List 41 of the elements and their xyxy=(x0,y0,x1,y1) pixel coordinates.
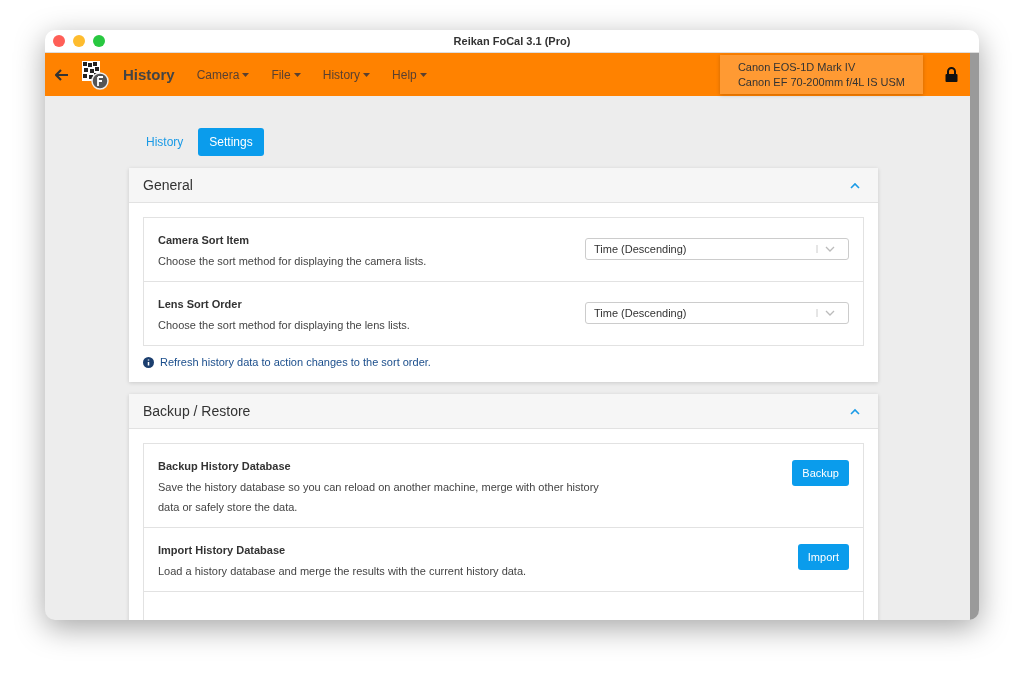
caret-icon xyxy=(242,72,250,77)
maximize-icon[interactable] xyxy=(93,35,105,47)
camera-name: Canon EOS-1D Mark IV xyxy=(737,61,857,73)
setting-title: Backup History Database xyxy=(158,460,292,472)
menu-item[interactable]: Camera xyxy=(196,67,250,82)
tab[interactable]: History xyxy=(135,128,195,156)
setting-description: Choose the sort method for displaying the camera lists. xyxy=(158,254,427,269)
caret-icon xyxy=(293,72,301,77)
card-header[interactable]: General xyxy=(129,168,878,203)
info-note: Refresh history data to action changes to the sort order. xyxy=(160,356,431,368)
caret-icon xyxy=(363,72,371,77)
info-icon xyxy=(143,356,154,368)
close-icon[interactable] xyxy=(53,35,65,47)
action-button[interactable]: Import xyxy=(797,544,849,570)
minimize-icon[interactable] xyxy=(73,35,85,47)
card-title: Backup / Restore xyxy=(143,403,251,419)
setting-title: Lens Sort Order xyxy=(158,298,243,310)
scrollbar[interactable] xyxy=(970,53,979,620)
caret-icon xyxy=(419,72,427,77)
sort-select[interactable]: Time (Descending) xyxy=(585,238,849,260)
lens-name: Canon EF 70-200mm f/4L IS USM xyxy=(737,76,905,88)
setting-title: Import History Database xyxy=(158,544,287,556)
menu-item[interactable]: History xyxy=(322,67,371,82)
setting-description: Choose the sort method for displaying the lens lists. xyxy=(158,318,410,333)
lock-icon[interactable] xyxy=(945,67,958,82)
menu-item[interactable]: File xyxy=(271,67,301,82)
setting-description: Save the history database so you can reload on another machine, merge with other history data or safely store the data. xyxy=(158,480,600,515)
tab[interactable]: Settings xyxy=(198,128,264,156)
setting-description: Load a history database and merge the results with the current history data. xyxy=(158,564,527,579)
chevron-up-icon[interactable] xyxy=(850,181,860,189)
sort-select[interactable]: Time (Descending) xyxy=(585,302,849,324)
card-title: General xyxy=(143,177,193,193)
action-button[interactable]: Backup xyxy=(792,460,849,486)
window-title: Reikan FoCal 3.1 (Pro) xyxy=(452,35,572,47)
back-arrow-icon[interactable] xyxy=(55,68,69,81)
page-title: History xyxy=(123,66,175,83)
logo-icon xyxy=(81,59,109,90)
setting-title: Camera Sort Item xyxy=(158,234,251,246)
menu-item[interactable]: Help xyxy=(392,67,427,82)
card-header[interactable]: Backup / Restore xyxy=(129,394,878,429)
chevron-up-icon[interactable] xyxy=(850,407,860,415)
